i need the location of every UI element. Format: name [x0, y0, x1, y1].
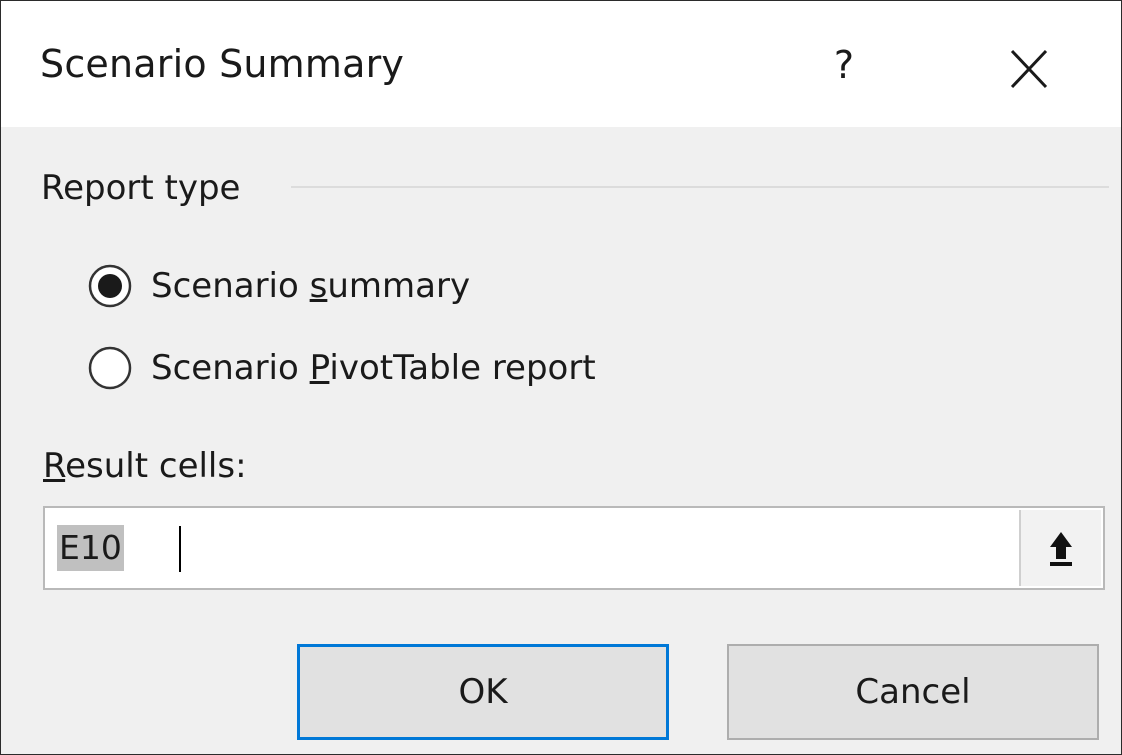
radio-unselected-icon[interactable] [87, 345, 133, 391]
radio-label-scenario-pivottable: Scenario PivotTable report [151, 348, 596, 388]
radio-scenario-pivottable[interactable]: Scenario PivotTable report [87, 342, 596, 394]
upload-arrow-icon [1050, 532, 1072, 566]
collapse-dialog-button[interactable] [1019, 510, 1101, 586]
result-cells-value[interactable]: E10 [57, 525, 124, 571]
radio-selected-icon[interactable] [87, 263, 133, 309]
radio-label-scenario-summary: Scenario summary [151, 266, 471, 306]
scenario-summary-dialog: Scenario Summary ? Report type Scenario … [0, 0, 1122, 755]
close-icon [1010, 49, 1048, 89]
radio-scenario-summary[interactable]: Scenario summary [87, 260, 470, 312]
title-bar: Scenario Summary ? [1, 1, 1121, 127]
dialog-title: Scenario Summary [40, 42, 405, 86]
result-cells-label: Result cells: [43, 446, 247, 486]
cancel-button[interactable]: Cancel [727, 644, 1099, 740]
group-divider [291, 186, 1109, 188]
ok-button[interactable]: OK [297, 644, 669, 740]
result-cells-input[interactable]: E10 [43, 506, 1105, 590]
text-caret [179, 526, 181, 572]
help-button[interactable]: ? [819, 37, 869, 93]
close-button[interactable] [1004, 45, 1052, 93]
report-type-group-label: Report type [41, 168, 241, 208]
